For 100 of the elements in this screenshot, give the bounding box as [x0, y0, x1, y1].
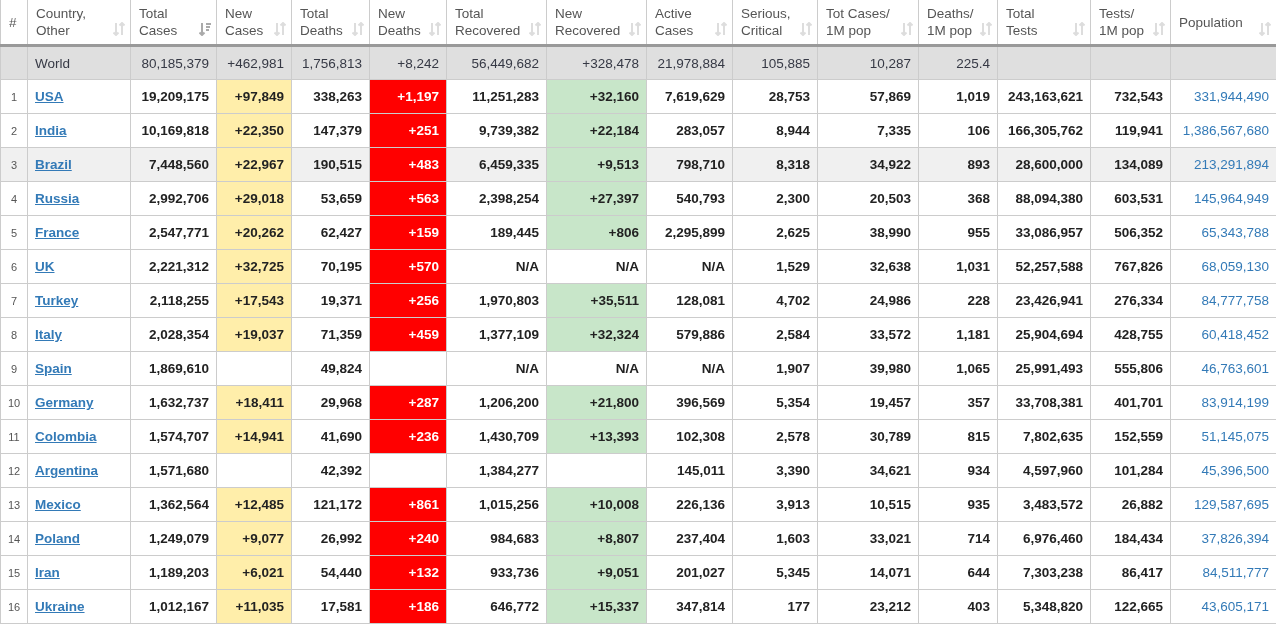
table-cell: 798,710	[646, 147, 733, 182]
table-cell: N/A	[546, 351, 647, 386]
table-cell: 815	[918, 419, 998, 454]
table-cell: N/A	[646, 351, 733, 386]
table-cell: 579,886	[646, 317, 733, 352]
country-link[interactable]: USA	[35, 89, 64, 104]
country-link[interactable]: Turkey	[35, 293, 79, 308]
rank-cell: 14	[0, 521, 28, 556]
sort-descending-icon[interactable]	[199, 22, 211, 36]
country-link[interactable]: France	[35, 225, 80, 240]
sort-icon[interactable]	[352, 22, 364, 36]
table-cell: +806	[546, 215, 647, 250]
country-link[interactable]: UK	[35, 259, 55, 274]
table-cell: 347,814	[646, 589, 733, 624]
table-cell: 30,789	[817, 419, 919, 454]
table-cell: 4,702	[732, 283, 818, 318]
sort-icon[interactable]	[1259, 22, 1271, 36]
table-cell: 1,249,079	[130, 521, 217, 556]
table-cell: 49,824	[291, 351, 370, 386]
country-link[interactable]: India	[35, 123, 67, 138]
table-cell: 105,885	[732, 45, 818, 80]
table-cell: 7,448,560	[130, 147, 217, 182]
table-cell: 2,625	[732, 215, 818, 250]
table-cell: +32,324	[546, 317, 647, 352]
rank-cell: 3	[0, 147, 28, 182]
table-cell: 1,377,109	[446, 317, 547, 352]
table-cell: +8,242	[369, 45, 447, 80]
table-cell: 42,392	[291, 453, 370, 488]
sort-icon[interactable]	[1073, 22, 1085, 36]
table-cell: 62,427	[291, 215, 370, 250]
table-cell: 121,172	[291, 487, 370, 522]
table-cell: 147,379	[291, 113, 370, 148]
table-cell: 23,212	[817, 589, 919, 624]
table-cell: 21,978,884	[646, 45, 733, 80]
table-cell: 101,284	[1090, 453, 1171, 488]
table-cell: 3,913	[732, 487, 818, 522]
table-cell: 555,806	[1090, 351, 1171, 386]
table-cell: 41,690	[291, 419, 370, 454]
table-cell: 2,028,354	[130, 317, 217, 352]
table-cell: 1,603	[732, 521, 818, 556]
table-cell: +240	[369, 521, 447, 556]
table-cell: +14,941	[216, 419, 292, 454]
sort-icon[interactable]	[429, 22, 441, 36]
table-cell: +861	[369, 487, 447, 522]
table-cell: 1,970,803	[446, 283, 547, 318]
table-cell: +251	[369, 113, 447, 148]
country-link[interactable]: Italy	[35, 327, 62, 342]
rank-cell: 5	[0, 215, 28, 250]
rank-cell: 13	[0, 487, 28, 522]
table-cell: 145,011	[646, 453, 733, 488]
sort-icon[interactable]	[901, 22, 913, 36]
table-cell: +563	[369, 181, 447, 216]
rank-cell: 9	[0, 351, 28, 386]
sort-icon[interactable]	[800, 22, 812, 36]
country-link[interactable]: Mexico	[35, 497, 81, 512]
country-link[interactable]: Iran	[35, 565, 60, 580]
table-cell: 2,300	[732, 181, 818, 216]
table-cell: +11,035	[216, 589, 292, 624]
sort-icon[interactable]	[629, 22, 641, 36]
sort-icon[interactable]	[1153, 22, 1165, 36]
table-cell: 1,632,737	[130, 385, 217, 420]
table-cell: 893	[918, 147, 998, 182]
table-cell: 19,209,175	[130, 79, 217, 114]
country-link[interactable]: Russia	[35, 191, 80, 206]
table-cell: 33,021	[817, 521, 919, 556]
table-cell: +256	[369, 283, 447, 318]
sort-icon[interactable]	[980, 22, 992, 36]
rank-cell: 10	[0, 385, 28, 420]
table-cell: +9,513	[546, 147, 647, 182]
sort-icon[interactable]	[529, 22, 541, 36]
table-cell: 644	[918, 555, 998, 590]
table-cell: 2,118,255	[130, 283, 217, 318]
table-cell: 53,659	[291, 181, 370, 216]
table-cell: 9,739,382	[446, 113, 547, 148]
table-cell: 17,581	[291, 589, 370, 624]
table-cell: 38,990	[817, 215, 919, 250]
table-cell: 2,547,771	[130, 215, 217, 250]
rank-cell: 6	[0, 249, 28, 284]
table-cell: 33,086,957	[997, 215, 1091, 250]
table-cell: 276,334	[1090, 283, 1171, 318]
table-cell: 506,352	[1090, 215, 1171, 250]
table-cell: 10,515	[817, 487, 919, 522]
rank-cell: 1	[0, 79, 28, 114]
table-cell: 2,992,706	[130, 181, 217, 216]
table-cell: +483	[369, 147, 447, 182]
table-cell: 1,574,707	[130, 419, 217, 454]
table-cell: 243,163,621	[997, 79, 1091, 114]
table-cell: +18,411	[216, 385, 292, 420]
table-cell: 166,305,762	[997, 113, 1091, 148]
sort-icon[interactable]	[274, 22, 286, 36]
country-link[interactable]: Poland	[35, 531, 80, 546]
rank-cell: 12	[0, 453, 28, 488]
country-link[interactable]: Spain	[35, 361, 72, 376]
table-cell: +236	[369, 419, 447, 454]
table-cell: World	[27, 45, 131, 80]
sort-icon[interactable]	[715, 22, 727, 36]
table-cell: 5,348,820	[997, 589, 1091, 624]
rank-cell: 4	[0, 181, 28, 216]
sort-icon[interactable]	[113, 22, 125, 36]
country-link[interactable]: Brazil	[35, 157, 72, 172]
